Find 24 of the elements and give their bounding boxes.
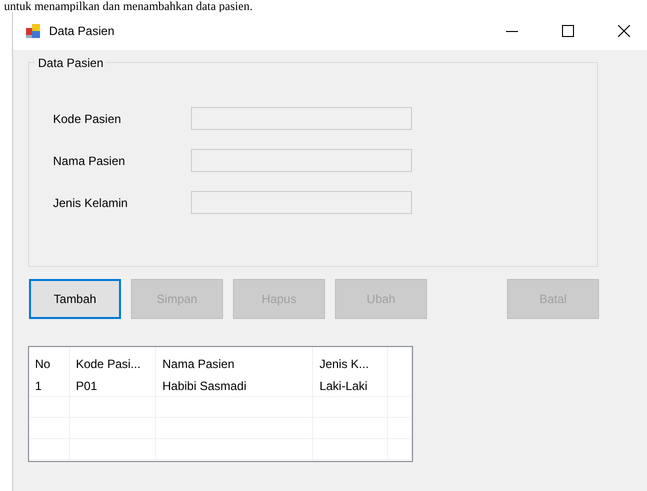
action-button[interactable]: Tambah — [29, 279, 121, 319]
table-cell — [29, 418, 70, 439]
document-text: untuk menampilkan dan menambahkan data pasien. — [3, 0, 254, 12]
column-header[interactable]: Nama Pasien — [156, 347, 314, 376]
table-cell — [388, 439, 412, 460]
close-icon[interactable] — [618, 25, 630, 37]
field-label: Jenis Kelamin — [53, 196, 129, 210]
app-icon — [25, 23, 41, 39]
table-cell: P01 — [70, 376, 156, 397]
table-cell — [29, 439, 70, 460]
table-cell: 1 — [29, 376, 70, 397]
field-label: Kode Pasien — [53, 112, 122, 126]
maximize-icon[interactable] — [562, 25, 574, 37]
table-cell: Habibi Sasmadi — [156, 376, 314, 397]
table-cell — [388, 418, 412, 439]
field-label: Nama Pasien — [53, 154, 126, 168]
column-header[interactable]: Kode Pasi... — [70, 347, 156, 376]
window-title: Data Pasien — [49, 24, 116, 38]
group-title: Data Pasien — [35, 56, 106, 70]
table-cell: Laki-Laki — [313, 376, 388, 397]
column-header[interactable]: Jenis K... — [313, 347, 388, 376]
table-cell — [29, 397, 70, 418]
table-cell — [388, 397, 412, 418]
column-header[interactable]: No — [29, 347, 70, 376]
